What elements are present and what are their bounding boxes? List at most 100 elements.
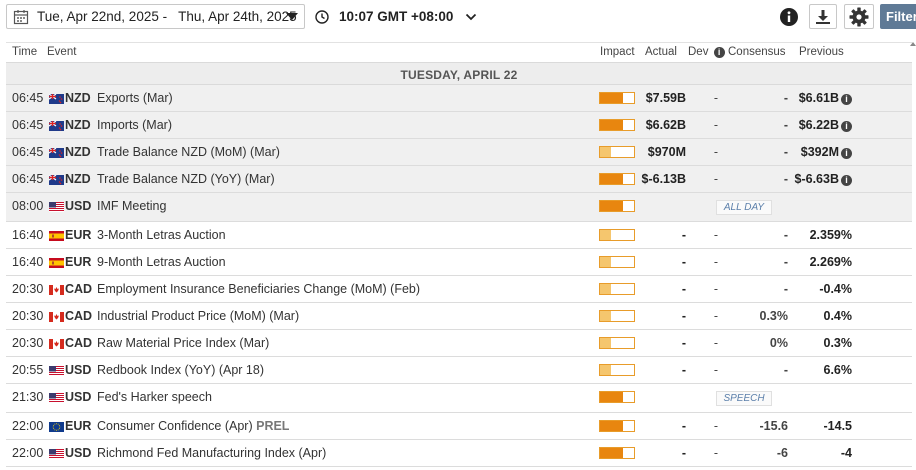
- impact-bar-segment: [622, 120, 634, 130]
- deviation-value: -: [713, 145, 719, 159]
- event-name[interactable]: Fed's Harker speech: [97, 390, 212, 404]
- impact-indicator: [599, 146, 635, 158]
- impact-bar-segment: [611, 257, 623, 267]
- event-time: 06:45: [12, 118, 44, 132]
- event-name[interactable]: IMF Meeting: [97, 199, 166, 213]
- event-name[interactable]: Imports (Mar): [97, 118, 172, 132]
- table-row[interactable]: 22:00 EUR Consumer Confidence (Apr) PREL…: [6, 413, 912, 440]
- impact-bar-segment: [611, 147, 623, 157]
- header-event[interactable]: Event: [47, 46, 76, 58]
- impact-bar-segment: [622, 174, 634, 184]
- header-actual[interactable]: Actual: [645, 46, 677, 58]
- impact-bar-segment: [600, 338, 612, 348]
- date-range-picker[interactable]: Tue, Apr 22nd, 2025 - Thu, Apr 24th, 202…: [6, 4, 305, 29]
- impact-bar-segment: [611, 338, 623, 348]
- nz-flag: [48, 93, 64, 104]
- table-row[interactable]: 06:45 NZD Exports (Mar) $7.59B - - $6.61…: [6, 85, 912, 112]
- impact-bar-segment: [611, 93, 623, 103]
- table-row[interactable]: 16:40 EUR 3-Month Letras Auction - - - 2…: [6, 222, 912, 249]
- es-flag: [49, 257, 64, 268]
- event-name[interactable]: Trade Balance NZD (YoY) (Mar): [97, 172, 275, 186]
- event-name[interactable]: Employment Insurance Beneficiaries Chang…: [97, 282, 420, 296]
- deviation-value: -: [713, 363, 719, 377]
- impact-bar-segment: [611, 230, 623, 240]
- table-row[interactable]: 21:30 USD Fed's Harker speech SPEECH: [6, 384, 912, 413]
- event-name[interactable]: Raw Material Price Index (Mar): [97, 336, 269, 350]
- calendar-icon: [13, 9, 29, 24]
- table-row[interactable]: 20:30 CAD Industrial Product Price (MoM)…: [6, 303, 912, 330]
- header-impact[interactable]: Impact: [600, 46, 635, 58]
- actual-value: -: [681, 419, 686, 433]
- impact-indicator: [599, 92, 635, 104]
- scroll-up-icon[interactable]: [910, 42, 916, 46]
- settings-button[interactable]: [844, 4, 874, 29]
- impact-bar-segment: [611, 120, 623, 130]
- impact-bar-segment: [611, 392, 623, 402]
- download-button[interactable]: [809, 4, 837, 29]
- impact-indicator: [599, 391, 635, 403]
- header-previous[interactable]: Previous: [799, 46, 844, 58]
- event-title: Consumer Confidence (Apr): [97, 419, 253, 433]
- table-row[interactable]: 16:40 EUR 9-Month Letras Auction - - - 2…: [6, 249, 912, 276]
- info-icon[interactable]: i: [841, 175, 852, 186]
- event-title: Redbook Index (YoY) (Apr 18): [97, 363, 264, 377]
- table-row[interactable]: 06:45 NZD Trade Balance NZD (MoM) (Mar) …: [6, 139, 912, 166]
- impact-bar-segment: [611, 311, 623, 321]
- ca-flag: [49, 284, 64, 295]
- info-icon[interactable]: i: [841, 121, 852, 132]
- deviation-value: -: [713, 91, 719, 105]
- event-tag: ALL DAY: [716, 200, 772, 215]
- event-name[interactable]: 9-Month Letras Auction: [97, 255, 226, 269]
- event-name[interactable]: Richmond Fed Manufacturing Index (Apr): [97, 446, 326, 460]
- consensus-value: 0.3%: [759, 309, 789, 323]
- consensus-value: -: [783, 145, 788, 159]
- event-title: Trade Balance NZD (MoM) (Mar): [97, 145, 280, 159]
- table-row[interactable]: 20:30 CAD Raw Material Price Index (Mar)…: [6, 330, 912, 357]
- event-time: 16:40: [12, 255, 44, 269]
- impact-bar-segment: [600, 365, 612, 375]
- actual-value: $6.62B: [645, 118, 686, 132]
- previous-value: $6.61B i: [788, 91, 852, 105]
- info-icon[interactable]: i: [841, 148, 852, 159]
- event-time: 16:40: [12, 228, 44, 242]
- event-name[interactable]: Trade Balance NZD (MoM) (Mar): [97, 145, 280, 159]
- event-title: Trade Balance NZD (YoY) (Mar): [97, 172, 275, 186]
- impact-bar-segment: [600, 421, 612, 431]
- scrollbar[interactable]: [910, 42, 916, 470]
- table-row[interactable]: 22:00 USD Richmond Fed Manufacturing Ind…: [6, 440, 912, 467]
- info-icon[interactable]: i: [841, 94, 852, 105]
- header-dev[interactable]: Dev i: [688, 46, 725, 58]
- deviation-value: -: [713, 255, 719, 269]
- event-name[interactable]: Exports (Mar): [97, 91, 173, 105]
- actual-value: -: [681, 228, 686, 242]
- info-button[interactable]: [776, 4, 802, 29]
- consensus-value: 0%: [769, 336, 788, 350]
- timezone-selector[interactable]: 10:07 GMT +08:00: [315, 4, 477, 29]
- event-currency: EUR: [65, 255, 92, 269]
- table-row[interactable]: 06:45 NZD Trade Balance NZD (YoY) (Mar) …: [6, 166, 912, 193]
- event-title: Raw Material Price Index (Mar): [97, 336, 270, 350]
- actual-value: $-6.13B: [641, 172, 686, 186]
- ca-flag: [49, 311, 64, 322]
- table-row[interactable]: 20:30 CAD Employment Insurance Beneficia…: [6, 276, 912, 303]
- impact-bar-segment: [622, 93, 634, 103]
- header-consensus[interactable]: Consensus: [728, 46, 786, 58]
- table-row[interactable]: 20:55 USD Redbook Index (YoY) (Apr 18) -…: [6, 357, 912, 384]
- impact-bar-segment: [622, 365, 634, 375]
- event-name[interactable]: Consumer Confidence (Apr) PREL: [97, 419, 289, 433]
- event-time: 20:55: [12, 363, 44, 377]
- event-title: Richmond Fed Manufacturing Index (Apr): [97, 446, 327, 460]
- impact-bar-segment: [622, 311, 634, 321]
- table-row[interactable]: 08:00 USD IMF Meeting ALL DAY: [6, 193, 912, 222]
- event-name[interactable]: 3-Month Letras Auction: [97, 228, 226, 242]
- filter-button[interactable]: Filter: [880, 4, 916, 29]
- table-row[interactable]: 06:45 NZD Imports (Mar) $6.62B - - $6.22…: [6, 112, 912, 139]
- header-time[interactable]: Time: [12, 46, 37, 58]
- consensus-value: -: [783, 118, 788, 132]
- event-time: 20:30: [12, 336, 44, 350]
- event-name[interactable]: Redbook Index (YoY) (Apr 18): [97, 363, 264, 377]
- impact-bar-segment: [600, 392, 612, 402]
- previous-text: $6.22B: [798, 118, 839, 132]
- event-name[interactable]: Industrial Product Price (MoM) (Mar): [97, 309, 299, 323]
- info-icon[interactable]: i: [713, 47, 725, 58]
